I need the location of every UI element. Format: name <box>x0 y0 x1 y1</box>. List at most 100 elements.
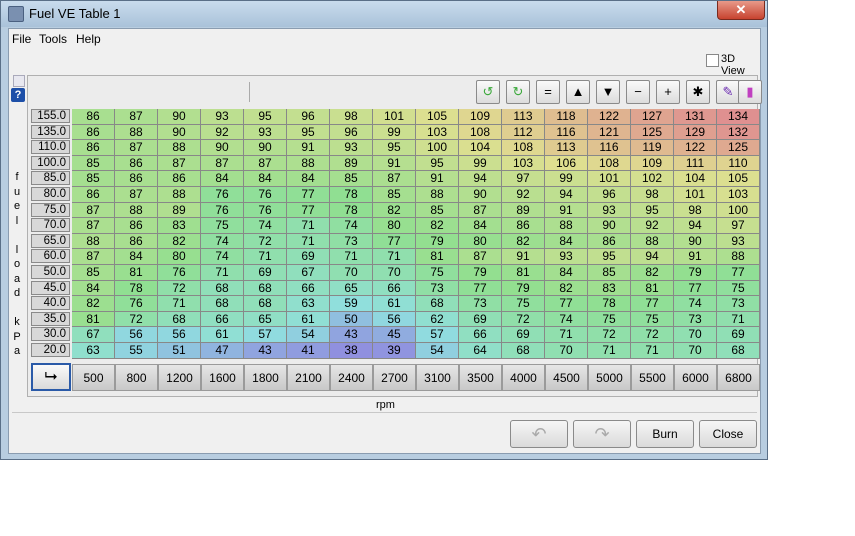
decrease-button[interactable]: ▼ <box>596 80 620 104</box>
ve-cell[interactable]: 76 <box>244 187 287 203</box>
ve-cell[interactable]: 96 <box>588 187 631 203</box>
load-axis-value[interactable]: 70.0 <box>31 218 70 233</box>
ve-cell[interactable]: 121 <box>588 124 631 141</box>
ve-cell[interactable]: 103 <box>502 155 545 172</box>
ve-cell[interactable]: 63 <box>287 296 330 312</box>
ve-cell[interactable]: 69 <box>502 327 545 343</box>
burn-button[interactable]: Burn <box>636 420 694 448</box>
ve-cell[interactable]: 93 <box>545 249 588 265</box>
load-axis-value[interactable]: 30.0 <box>31 327 70 342</box>
ve-cell[interactable]: 91 <box>373 155 416 172</box>
ve-cell[interactable]: 66 <box>287 280 330 297</box>
ve-cell[interactable]: 89 <box>158 202 201 219</box>
ve-cell[interactable]: 108 <box>502 140 545 156</box>
ve-cell[interactable]: 71 <box>287 233 330 250</box>
load-axis-value[interactable]: 135.0 <box>31 124 70 139</box>
ve-cell[interactable]: 75 <box>416 265 459 281</box>
close-button[interactable]: Close <box>699 420 757 448</box>
ve-cell[interactable]: 69 <box>717 327 760 343</box>
ve-cell[interactable]: 83 <box>158 218 201 234</box>
ve-cell[interactable]: 88 <box>115 202 158 219</box>
minus-button[interactable]: − <box>626 80 650 104</box>
ve-cell[interactable]: 122 <box>588 109 631 125</box>
ve-cell[interactable]: 68 <box>502 343 545 359</box>
ve-cell[interactable]: 71 <box>287 218 330 234</box>
ve-cell[interactable]: 86 <box>115 171 158 187</box>
ve-cell[interactable]: 70 <box>674 343 717 359</box>
ve-cell[interactable]: 76 <box>244 202 287 219</box>
ve-cell[interactable]: 87 <box>115 187 158 203</box>
rpm-axis-value[interactable]: 3100 <box>416 364 459 391</box>
ve-cell[interactable]: 90 <box>201 140 244 156</box>
ve-cell[interactable]: 95 <box>416 155 459 172</box>
ve-cell[interactable]: 94 <box>674 218 717 234</box>
ve-cell[interactable]: 70 <box>330 265 373 281</box>
ve-cell[interactable]: 91 <box>502 249 545 265</box>
ve-cell[interactable]: 98 <box>674 202 717 219</box>
ve-cell[interactable]: 86 <box>72 124 115 141</box>
ve-cell[interactable]: 119 <box>631 140 674 156</box>
view3d-checkbox[interactable] <box>706 54 719 67</box>
ve-cell[interactable]: 131 <box>674 109 717 125</box>
ve-cell[interactable]: 81 <box>502 265 545 281</box>
ve-cell[interactable]: 98 <box>330 109 373 125</box>
help-icon[interactable]: ? <box>11 88 25 102</box>
ve-cell[interactable]: 54 <box>416 343 459 359</box>
ve-cell[interactable]: 109 <box>459 109 502 125</box>
load-axis-value[interactable]: 100.0 <box>31 155 70 170</box>
ve-cell[interactable]: 116 <box>545 124 588 141</box>
ve-cell[interactable]: 68 <box>201 280 244 297</box>
ve-cell[interactable]: 82 <box>72 296 115 312</box>
rpm-axis-value[interactable]: 800 <box>115 364 158 391</box>
load-axis-value[interactable]: 40.0 <box>31 296 70 311</box>
undo-button[interactable]: ↶ <box>510 420 568 448</box>
ve-cell[interactable]: 101 <box>373 109 416 125</box>
ve-cell[interactable]: 45 <box>373 327 416 343</box>
ve-cell[interactable]: 91 <box>287 140 330 156</box>
ve-cell[interactable]: 113 <box>545 140 588 156</box>
ve-cell[interactable]: 84 <box>201 171 244 187</box>
ve-cell[interactable]: 75 <box>201 218 244 234</box>
ve-cell[interactable]: 93 <box>330 140 373 156</box>
ve-cell[interactable]: 129 <box>674 124 717 141</box>
rpm-axis-value[interactable]: 5500 <box>631 364 674 391</box>
ve-cell[interactable]: 80 <box>373 218 416 234</box>
ve-cell[interactable]: 76 <box>158 265 201 281</box>
ve-cell[interactable]: 87 <box>459 202 502 219</box>
ve-cell[interactable]: 78 <box>330 202 373 219</box>
ve-cell[interactable]: 71 <box>545 327 588 343</box>
ve-cell[interactable]: 87 <box>373 171 416 187</box>
ve-cell[interactable]: 77 <box>631 296 674 312</box>
ve-cell[interactable]: 93 <box>201 109 244 125</box>
ve-cell[interactable]: 74 <box>545 311 588 328</box>
ve-cell[interactable]: 113 <box>502 109 545 125</box>
ve-cell[interactable]: 72 <box>588 327 631 343</box>
ve-cell[interactable]: 74 <box>244 218 287 234</box>
rpm-axis-value[interactable]: 6800 <box>717 364 760 391</box>
rpm-axis-value[interactable]: 2100 <box>287 364 330 391</box>
ve-cell[interactable]: 118 <box>545 109 588 125</box>
ve-cell[interactable]: 94 <box>545 187 588 203</box>
menu-file[interactable]: File <box>12 32 31 46</box>
ve-cell[interactable]: 82 <box>158 233 201 250</box>
ve-cell[interactable]: 103 <box>416 124 459 141</box>
rpm-axis-value[interactable]: 5000 <box>588 364 631 391</box>
ve-cell[interactable]: 86 <box>72 140 115 156</box>
rpm-axis-value[interactable]: 1600 <box>201 364 244 391</box>
ve-cell[interactable]: 85 <box>588 265 631 281</box>
ve-cell[interactable]: 57 <box>244 327 287 343</box>
ve-cell[interactable]: 41 <box>287 343 330 359</box>
ve-cell[interactable]: 87 <box>72 202 115 219</box>
ve-cell[interactable]: 69 <box>459 311 502 328</box>
ve-cell[interactable]: 71 <box>588 343 631 359</box>
ve-cell[interactable]: 106 <box>545 155 588 172</box>
ve-cell[interactable]: 79 <box>416 233 459 250</box>
ve-cell[interactable]: 85 <box>72 265 115 281</box>
ve-cell[interactable]: 108 <box>588 155 631 172</box>
ve-cell[interactable]: 55 <box>115 343 158 359</box>
ve-cell[interactable]: 68 <box>158 311 201 328</box>
ve-cell[interactable]: 78 <box>115 280 158 297</box>
rpm-axis-value[interactable]: 4500 <box>545 364 588 391</box>
ve-cell[interactable]: 88 <box>545 218 588 234</box>
menu-help[interactable]: Help <box>76 32 101 46</box>
